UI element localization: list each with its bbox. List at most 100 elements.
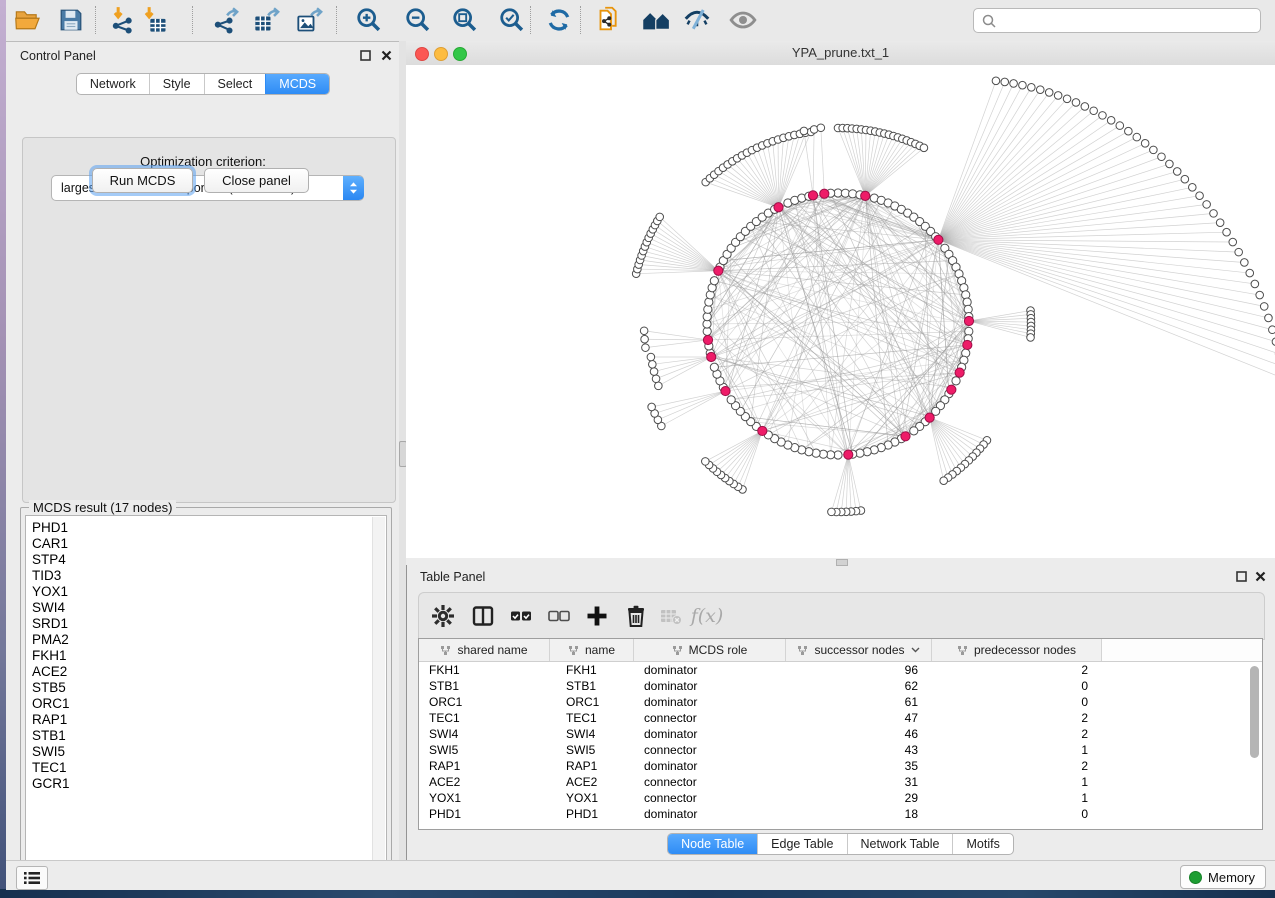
graph-hub-node[interactable]	[925, 413, 934, 422]
graph-hub-node[interactable]	[707, 352, 716, 361]
zoom-fit-button[interactable]	[448, 3, 482, 37]
graph-leaf-node[interactable]	[1223, 228, 1231, 236]
graph-leaf-node[interactable]	[1125, 127, 1133, 135]
graph-leaf-node[interactable]	[1054, 92, 1062, 100]
mcds-result-item[interactable]: CAR1	[26, 536, 386, 552]
tab-node-table[interactable]: Node Table	[668, 834, 757, 854]
table-row[interactable]: PHD1PHD1dominator180	[419, 806, 1262, 822]
mcds-result-item[interactable]: STP4	[26, 552, 386, 568]
graph-leaf-node[interactable]	[648, 403, 656, 411]
mcds-result-item[interactable]: STB1	[26, 728, 386, 744]
graph-leaf-node[interactable]	[1045, 89, 1053, 97]
graph-leaf-node[interactable]	[1166, 160, 1174, 168]
show-all-columns-button[interactable]	[505, 600, 537, 632]
export-image-button[interactable]	[293, 3, 327, 37]
graph-hub-node[interactable]	[714, 266, 723, 275]
mcds-result-item[interactable]: FKH1	[26, 648, 386, 664]
float-panel-icon[interactable]	[1234, 569, 1248, 583]
graph-leaf-node[interactable]	[1019, 81, 1027, 89]
graph-leaf-node[interactable]	[1173, 168, 1181, 176]
graph-leaf-node[interactable]	[1150, 146, 1158, 154]
graph-leaf-node[interactable]	[992, 77, 1000, 85]
graph-leaf-node[interactable]	[1203, 201, 1211, 209]
mcds-result-list[interactable]: PHD1CAR1STP4TID3YOX1SWI4SRD1PMA2FKH1ACE2…	[25, 515, 387, 874]
graph-hub-node[interactable]	[703, 335, 712, 344]
graph-leaf-node[interactable]	[1251, 280, 1259, 288]
graph-leaf-node[interactable]	[1196, 192, 1204, 200]
graph-leaf-node[interactable]	[1269, 326, 1275, 334]
zoom-in-button[interactable]	[352, 3, 386, 37]
graph-leaf-node[interactable]	[920, 144, 928, 152]
graph-leaf-node[interactable]	[650, 368, 658, 376]
graph-leaf-node[interactable]	[642, 344, 650, 352]
graph-leaf-node[interactable]	[1260, 303, 1268, 311]
graph-leaf-node[interactable]	[940, 477, 948, 485]
graph-leaf-node[interactable]	[655, 382, 663, 390]
mcds-result-item[interactable]: STB5	[26, 680, 386, 696]
column-header-predecessor-nodes[interactable]: predecessor nodes	[932, 639, 1102, 661]
mcds-result-item[interactable]: SWI4	[26, 600, 386, 616]
mcds-result-item[interactable]: SWI5	[26, 744, 386, 760]
graph-leaf-node[interactable]	[1081, 103, 1089, 111]
export-table-button[interactable]	[250, 3, 284, 37]
table-row[interactable]: ORC1ORC1dominator610	[419, 694, 1262, 710]
create-column-button[interactable]	[581, 600, 613, 632]
column-header-shared-name[interactable]: shared name	[419, 639, 550, 661]
graph-node[interactable]	[952, 377, 960, 385]
network-canvas[interactable]	[406, 65, 1275, 558]
column-header-successor-nodes[interactable]: successor nodes	[786, 639, 932, 661]
graph-leaf-node[interactable]	[649, 361, 657, 369]
graph-hub-node[interactable]	[844, 450, 853, 459]
task-history-button[interactable]	[16, 866, 48, 890]
save-session-button[interactable]	[54, 3, 88, 37]
graph-hub-node[interactable]	[964, 316, 973, 325]
graph-hub-node[interactable]	[774, 203, 783, 212]
graph-leaf-node[interactable]	[641, 335, 649, 343]
tab-edge-table[interactable]: Edge Table	[757, 834, 846, 854]
mcds-result-item[interactable]: TID3	[26, 568, 386, 584]
search-input[interactable]	[1000, 11, 1260, 31]
graph-leaf-node[interactable]	[652, 375, 660, 383]
mcds-result-item[interactable]: YOX1	[26, 584, 386, 600]
refresh-button[interactable]	[542, 3, 576, 37]
mcds-result-item[interactable]: ACE2	[26, 664, 386, 680]
graph-leaf-node[interactable]	[1216, 219, 1224, 227]
graph-node[interactable]	[710, 277, 718, 285]
graph-hub-node[interactable]	[861, 191, 870, 200]
table-row[interactable]: ACE2ACE2connector311	[419, 774, 1262, 790]
graph-leaf-node[interactable]	[1246, 269, 1254, 277]
graph-leaf-node[interactable]	[1010, 80, 1018, 88]
column-header-name[interactable]: name	[550, 639, 634, 661]
graph-hub-node[interactable]	[947, 385, 956, 394]
graph-leaf-node[interactable]	[1116, 122, 1124, 130]
share-document-button[interactable]	[594, 3, 628, 37]
float-panel-icon[interactable]	[358, 48, 372, 62]
graph-hub-node[interactable]	[963, 340, 972, 349]
graph-leaf-node[interactable]	[702, 458, 710, 466]
tab-motifs[interactable]: Motifs	[952, 834, 1012, 854]
table-row[interactable]: SWI4SWI4dominator462	[419, 726, 1262, 742]
import-network-button[interactable]	[107, 3, 141, 37]
graph-hub-node[interactable]	[721, 386, 730, 395]
graph-leaf-node[interactable]	[640, 327, 648, 335]
import-table-button[interactable]	[138, 3, 172, 37]
graph-leaf-node[interactable]	[1256, 291, 1264, 299]
mcds-result-item[interactable]: PHD1	[26, 516, 386, 536]
graph-leaf-node[interactable]	[1028, 84, 1036, 92]
graph-leaf-node[interactable]	[1189, 184, 1197, 192]
mcds-result-item[interactable]: TEC1	[26, 760, 386, 776]
graph-leaf-node[interactable]	[1090, 107, 1098, 115]
hide-all-columns-button[interactable]	[543, 600, 575, 632]
close-panel-button[interactable]: Close panel	[204, 168, 309, 193]
export-network-button[interactable]	[209, 3, 243, 37]
hide-selected-button[interactable]	[680, 3, 714, 37]
graph-leaf-node[interactable]	[1235, 248, 1243, 256]
graph-hub-node[interactable]	[901, 432, 910, 441]
close-panel-icon[interactable]	[1253, 569, 1267, 583]
search-box[interactable]	[973, 8, 1261, 33]
table-row[interactable]: FKH1FKH1dominator962	[419, 662, 1262, 678]
horizontal-splitter[interactable]	[406, 558, 1275, 565]
run-mcds-button[interactable]: Run MCDS	[92, 168, 193, 193]
tab-style[interactable]: Style	[149, 74, 204, 94]
mcds-result-item[interactable]: GCR1	[26, 776, 386, 792]
